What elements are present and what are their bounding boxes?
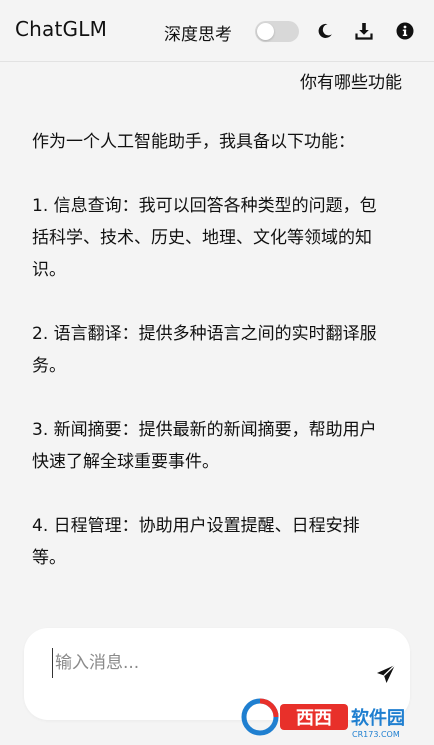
- message-input[interactable]: [52, 648, 355, 678]
- download-button[interactable]: [354, 21, 374, 41]
- assistant-paragraph: 2. 语言翻译：提供多种语言之间的实时翻译服务。: [32, 324, 377, 376]
- assistant-paragraph: 4. 日程管理：协助用户设置提醒、日程安排等。: [32, 516, 360, 568]
- top-bar: ChatGLM 深度思考: [0, 0, 434, 62]
- deep-think-label: 深度思考: [164, 25, 232, 45]
- moon-icon: [318, 23, 332, 38]
- app-title: ChatGLM: [15, 17, 108, 41]
- watermark-logo: 西西 软件园 CR173.COM: [241, 698, 405, 739]
- info-icon: [396, 22, 414, 40]
- assistant-paragraph: 3. 新闻摘要：提供最新的新闻摘要，帮助用户快速了解全球重要事件。: [32, 420, 377, 472]
- svg-text:西西: 西西: [296, 708, 332, 729]
- send-icon: [377, 664, 396, 683]
- assistant-paragraph: 1. 信息查询：我可以回答各种类型的问题，包括科学、技术、历史、地理、文化等领域…: [32, 196, 377, 280]
- info-button[interactable]: [395, 21, 415, 41]
- assistant-message: 作为一个人工智能助手，我具备以下功能： 1. 信息查询：我可以回答各种类型的问题…: [32, 126, 392, 606]
- download-icon: [355, 23, 373, 40]
- toggle-knob: [257, 23, 274, 40]
- dark-mode-button[interactable]: [315, 21, 335, 41]
- svg-text:CR173.COM: CR173.COM: [352, 730, 400, 739]
- deep-think-toggle[interactable]: [255, 21, 299, 42]
- assistant-paragraph: 作为一个人工智能助手，我具备以下功能：: [32, 132, 355, 152]
- svg-text:软件园: 软件园: [351, 707, 405, 729]
- user-message: 你有哪些功能: [300, 73, 402, 93]
- send-button[interactable]: [374, 662, 398, 686]
